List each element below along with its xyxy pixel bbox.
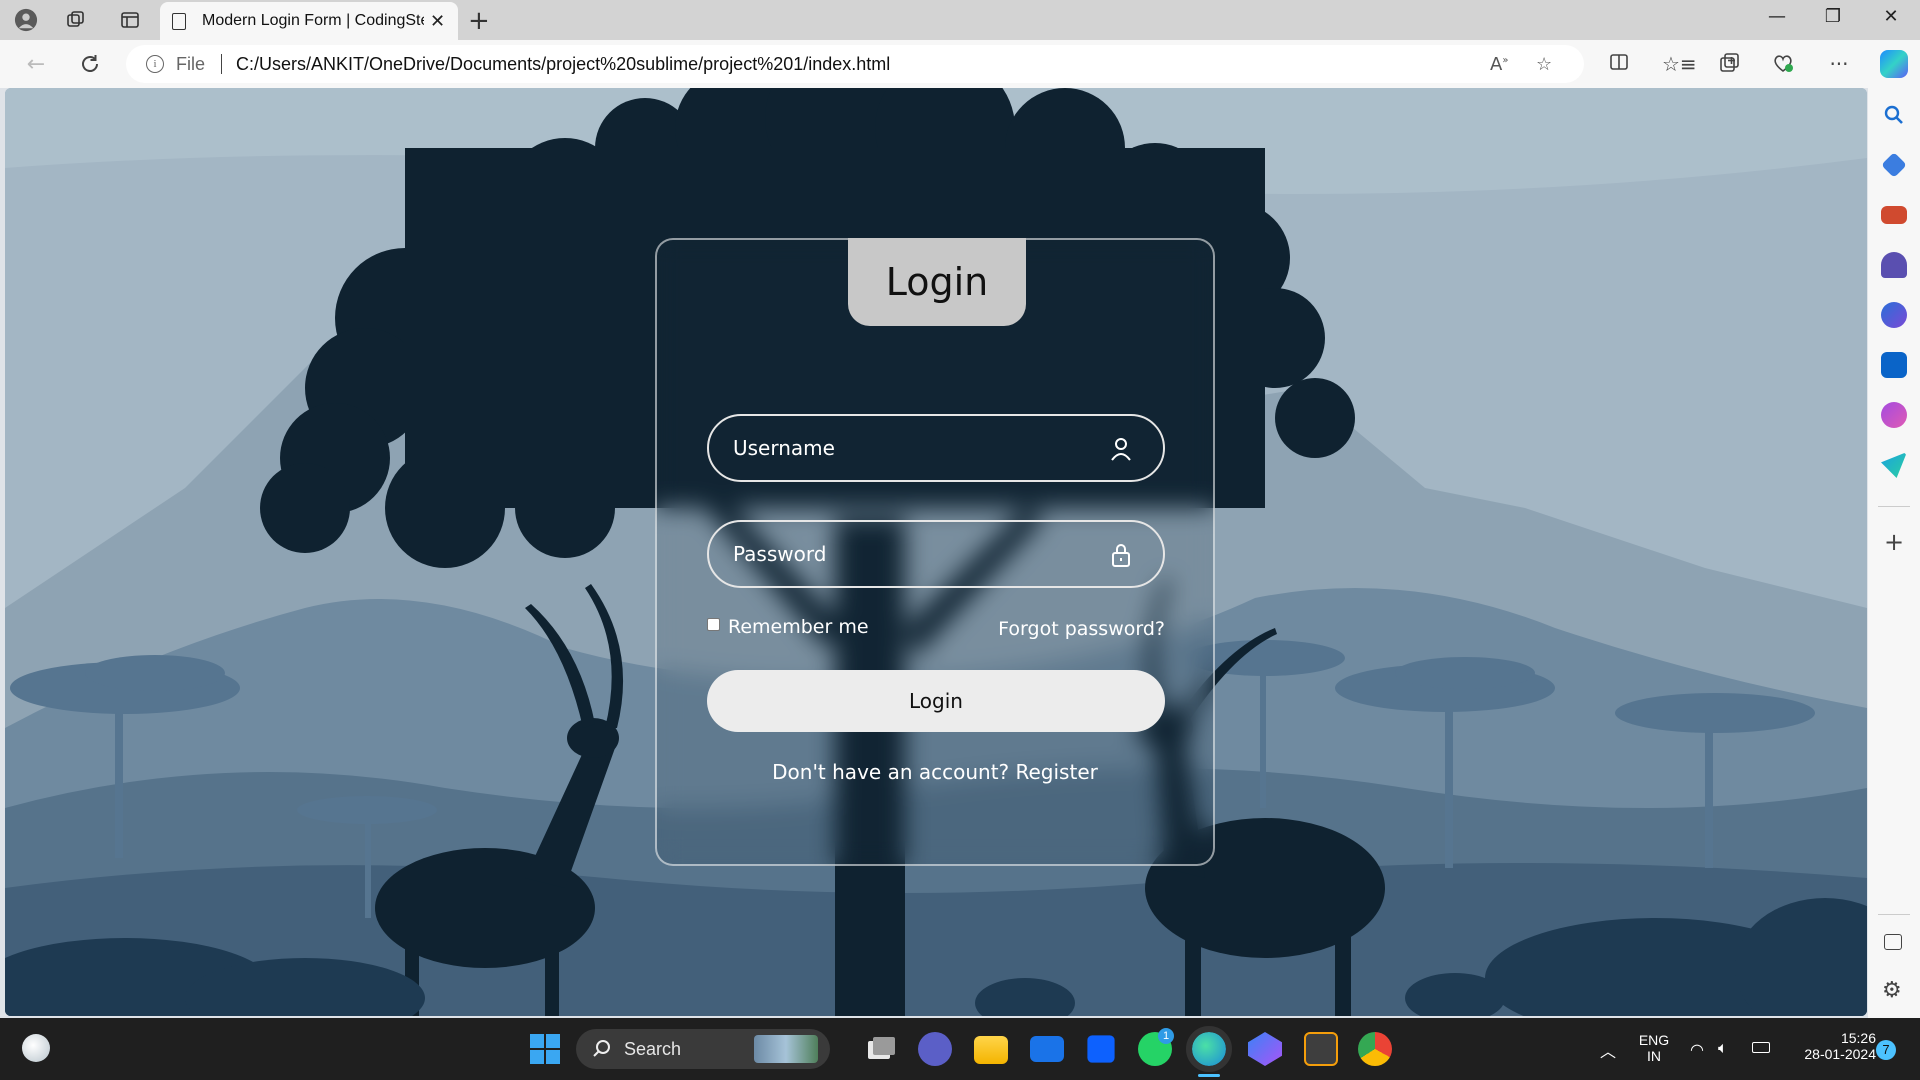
search-icon[interactable] <box>1881 102 1907 128</box>
chrome-icon[interactable] <box>1358 1032 1392 1066</box>
url-text[interactable]: C:/Users/ANKIT/OneDrive/Documents/projec… <box>236 54 890 75</box>
language-code: ENG <box>1638 1032 1670 1048</box>
file-explorer-icon[interactable] <box>974 1036 1008 1064</box>
restore-button[interactable]: ❐ <box>1810 6 1856 27</box>
username-field[interactable] <box>707 414 1165 482</box>
taskbar-search-box[interactable]: Search <box>576 1029 830 1069</box>
address-separator <box>221 54 223 74</box>
tab-close-icon[interactable]: ✕ <box>430 11 445 32</box>
active-app-indicator <box>1198 1074 1220 1077</box>
mail-icon[interactable] <box>1030 1036 1064 1062</box>
favorites-icon[interactable]: ☆≡ <box>1662 52 1697 76</box>
new-tab-button[interactable]: + <box>468 6 490 36</box>
register-link[interactable]: Don't have an account? Register <box>657 760 1213 784</box>
search-icon <box>593 1040 610 1057</box>
windows-taskbar: Search 1 ︿ ENG IN ◠ 🔈︎ 15:26 28-01-2024 … <box>0 1018 1920 1080</box>
search-highlight-icon <box>754 1035 818 1063</box>
games-icon[interactable] <box>1881 252 1907 278</box>
page-viewport: Login Remember me Forgot password? Login… <box>5 88 1867 1016</box>
shopping-tag-icon[interactable] <box>1881 152 1907 178</box>
edge-sidebar: + ⚙ <box>1868 88 1920 1018</box>
login-title: Login <box>885 260 989 304</box>
address-toolbar: ← i File C:/Users/ANKIT/OneDrive/Documen… <box>0 40 1920 88</box>
profile-avatar-icon[interactable] <box>14 8 38 32</box>
minimize-button[interactable]: — <box>1754 6 1800 27</box>
browser-essentials-icon[interactable] <box>1770 52 1796 79</box>
clock-date: 28-01-2024 <box>1804 1046 1876 1062</box>
forgot-password-link[interactable]: Forgot password? <box>998 618 1165 640</box>
remember-me-label: Remember me <box>728 616 869 638</box>
notification-count-badge[interactable]: 7 <box>1876 1040 1896 1060</box>
clock[interactable]: 15:26 28-01-2024 <box>1782 1030 1876 1062</box>
sidebar-divider <box>1878 506 1910 507</box>
document-icon <box>172 12 186 30</box>
outlook-icon[interactable] <box>1881 352 1907 378</box>
collections-icon[interactable] <box>1716 52 1742 79</box>
clock-time: 15:26 <box>1840 1030 1876 1046</box>
split-screen-icon[interactable] <box>1606 52 1632 77</box>
copilot-app-icon[interactable] <box>1248 1032 1282 1066</box>
login-form-card: Login Remember me Forgot password? Login… <box>655 238 1215 866</box>
user-icon <box>1111 438 1131 461</box>
designer-icon[interactable] <box>1881 402 1907 428</box>
dropbox-icon[interactable] <box>1087 1035 1115 1063</box>
close-window-button[interactable]: ✕ <box>1868 6 1914 27</box>
sublime-text-icon[interactable] <box>1304 1032 1338 1066</box>
address-bar[interactable]: i File C:/Users/ANKIT/OneDrive/Documents… <box>126 45 1584 83</box>
tab-title: Modern Login Form | CodingStel <box>202 12 424 29</box>
send-icon[interactable] <box>1881 452 1907 478</box>
weather-icon[interactable] <box>22 1034 50 1062</box>
hide-sidebar-icon[interactable] <box>1884 934 1902 950</box>
address-prefix: File <box>176 53 206 74</box>
read-aloud-icon[interactable]: A» <box>1490 54 1508 75</box>
edge-browser-icon[interactable] <box>1186 1026 1232 1072</box>
microsoft-365-icon[interactable] <box>1881 302 1907 328</box>
browser-tab-active[interactable]: Modern Login Form | CodingStel ✕ <box>160 2 458 40</box>
login-button[interactable]: Login <box>707 670 1165 732</box>
show-hidden-icons-chevron[interactable]: ︿ <box>1600 1038 1616 1062</box>
more-options-icon[interactable]: ··· <box>1826 52 1852 76</box>
settings-gear-icon[interactable]: ⚙ <box>1882 978 1902 1003</box>
sidebar-divider <box>1878 914 1910 915</box>
workspaces-icon[interactable] <box>64 8 88 32</box>
start-windows-icon[interactable] <box>528 1032 562 1066</box>
password-field[interactable] <box>707 520 1165 588</box>
password-input[interactable] <box>733 542 1093 566</box>
username-input[interactable] <box>733 436 1093 460</box>
volume-icon[interactable]: 🔈︎ <box>1718 1038 1728 1058</box>
battery-icon[interactable] <box>1752 1042 1770 1053</box>
copilot-icon[interactable] <box>1880 50 1908 78</box>
site-info-icon[interactable]: i <box>146 55 164 73</box>
task-view-icon[interactable] <box>864 1032 898 1066</box>
add-sidebar-app-icon[interactable]: + <box>1884 528 1904 556</box>
favorite-star-icon[interactable]: ☆ <box>1536 54 1552 75</box>
tools-briefcase-icon[interactable] <box>1881 206 1907 224</box>
refresh-icon[interactable] <box>76 50 104 78</box>
language-indicator[interactable]: ENG IN <box>1634 1032 1674 1064</box>
remember-me-option[interactable]: Remember me <box>707 616 869 638</box>
browser-title-bar: Modern Login Form | CodingStel ✕ + — ❐ ✕ <box>0 0 1920 40</box>
login-header-tab: Login <box>848 238 1026 326</box>
taskbar-search-label: Search <box>624 1038 682 1059</box>
remember-me-checkbox[interactable] <box>707 617 720 631</box>
whatsapp-badge: 1 <box>1158 1028 1174 1044</box>
lock-icon <box>1112 544 1130 567</box>
back-arrow-icon[interactable]: ← <box>22 50 50 78</box>
region-code: IN <box>1647 1048 1661 1064</box>
vertical-tabs-icon[interactable] <box>118 8 142 32</box>
teams-chat-icon[interactable] <box>918 1032 952 1066</box>
wifi-icon[interactable]: ◠ <box>1690 1040 1704 1059</box>
